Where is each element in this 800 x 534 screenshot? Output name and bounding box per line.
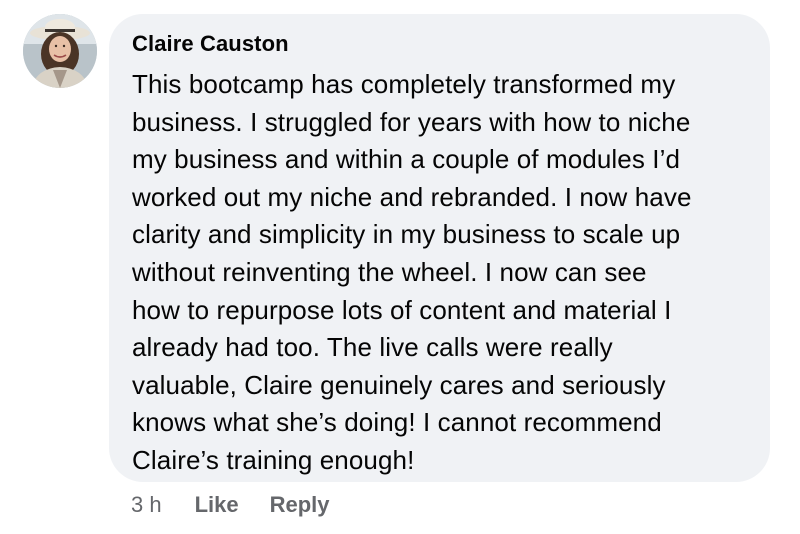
reply-button[interactable]: Reply: [270, 492, 330, 518]
profile-photo-icon: [23, 14, 97, 88]
avatar[interactable]: [23, 14, 97, 88]
comment-actions: 3 h Like Reply: [131, 492, 361, 518]
comment-bubble: Claire Causton This bootcamp has complet…: [109, 14, 770, 482]
author-name[interactable]: Claire Causton: [132, 31, 289, 57]
comment-text: This bootcamp has completely transformed…: [132, 69, 692, 475]
timestamp[interactable]: 3 h: [131, 492, 162, 518]
like-button[interactable]: Like: [195, 492, 239, 518]
comment: Claire Causton This bootcamp has complet…: [0, 0, 800, 534]
